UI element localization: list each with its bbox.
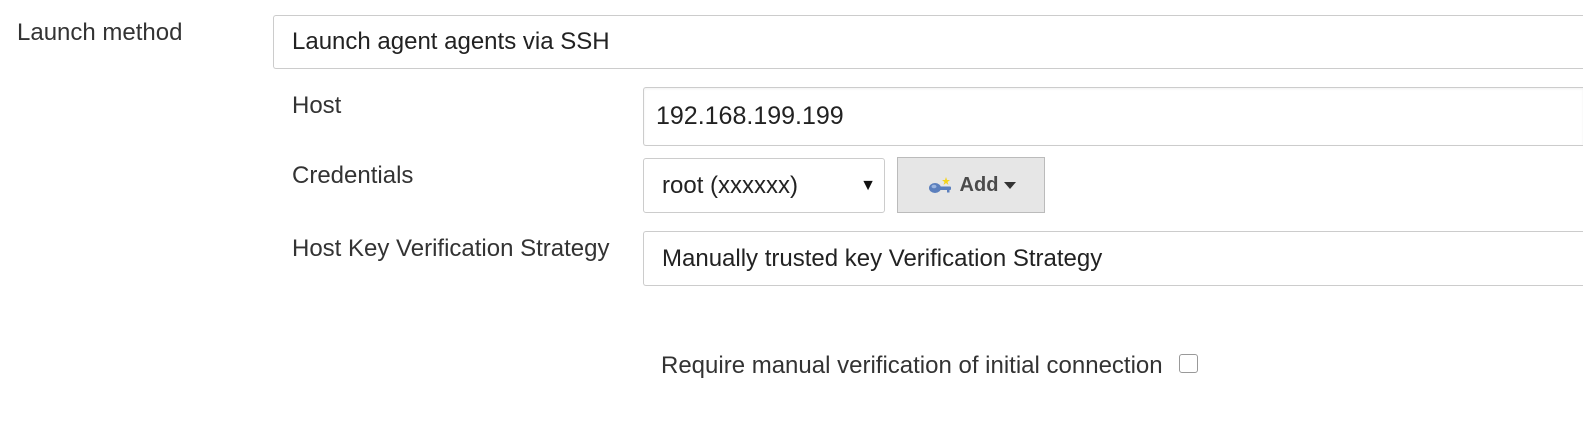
- require-manual-verification-row: Require manual verification of initial c…: [661, 352, 1198, 380]
- launch-method-select[interactable]: Launch agent agents via SSH: [273, 15, 1583, 69]
- host-key-verification-selected-value: Manually trusted key Verification Strate…: [662, 244, 1103, 272]
- launch-method-label: Launch method: [17, 19, 183, 46]
- credentials-select[interactable]: root (xxxxxx) ▼: [643, 158, 885, 213]
- key-icon: [926, 174, 956, 196]
- add-button-label: Add: [959, 173, 999, 196]
- credentials-label: Credentials: [292, 162, 414, 189]
- add-credentials-button[interactable]: Add: [897, 157, 1045, 213]
- credentials-selected-value: root (xxxxxx): [662, 171, 799, 199]
- select-caret-icon: ▼: [860, 176, 876, 194]
- host-key-verification-label: Host Key Verification Strategy: [292, 235, 610, 262]
- host-input-value: 192.168.199.199: [656, 102, 844, 130]
- require-manual-verification-checkbox[interactable]: [1178, 353, 1198, 373]
- launch-method-selected-value: Launch agent agents via SSH: [292, 28, 610, 55]
- require-manual-verification-label: Require manual verification of initial c…: [661, 352, 1163, 379]
- host-input[interactable]: 192.168.199.199: [643, 87, 1583, 146]
- host-label: Host: [292, 92, 342, 119]
- host-key-verification-select[interactable]: Manually trusted key Verification Strate…: [643, 231, 1583, 286]
- chevron-down-icon: [1004, 181, 1017, 189]
